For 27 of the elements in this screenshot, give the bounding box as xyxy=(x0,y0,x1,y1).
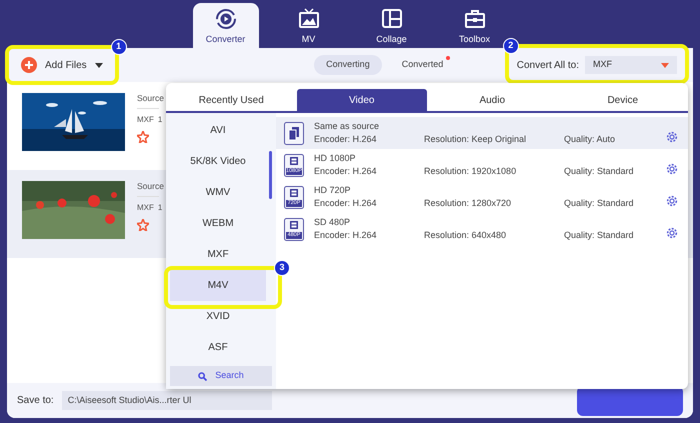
resolution-text: Resolution: 1920x1080 xyxy=(424,165,518,178)
save-to-label: Save to: xyxy=(17,394,54,408)
quality-text: Quality: Standard xyxy=(564,229,635,242)
format-label: MXF xyxy=(137,203,154,213)
format-label: MXF xyxy=(137,115,154,125)
encoder-text: Encoder: H.264 xyxy=(314,133,378,146)
file-detail: 1 xyxy=(158,115,162,125)
encoder-text: Encoder: H.264 xyxy=(314,197,378,210)
step-number: 2 xyxy=(502,38,519,54)
quality-text: Quality: Standard xyxy=(564,197,635,210)
preset-name: HD 720P xyxy=(314,184,352,196)
step-number: 1 xyxy=(110,39,127,55)
preset-name: HD 1080P xyxy=(314,152,357,164)
convert-all-label: Convert All to: xyxy=(516,58,579,72)
resolution-text: Resolution: Keep Original xyxy=(424,133,528,146)
encoder-text: Encoder: H.264 xyxy=(314,165,378,178)
file-detail: 1 xyxy=(158,203,162,213)
source-label: Source xyxy=(137,181,164,192)
encoder-text: Encoder: H.264 xyxy=(314,229,378,242)
source-label: Source xyxy=(137,93,164,104)
preset-name: Same as source xyxy=(314,120,380,132)
preset-name: SD 480P xyxy=(314,216,352,228)
quality-text: Quality: Auto xyxy=(564,133,616,146)
resolution-text: Resolution: 1280x720 xyxy=(424,197,512,210)
quality-text: Quality: Standard xyxy=(564,165,635,178)
step-number: 3 xyxy=(274,260,290,276)
resolution-text: Resolution: 640x480 xyxy=(424,229,508,242)
